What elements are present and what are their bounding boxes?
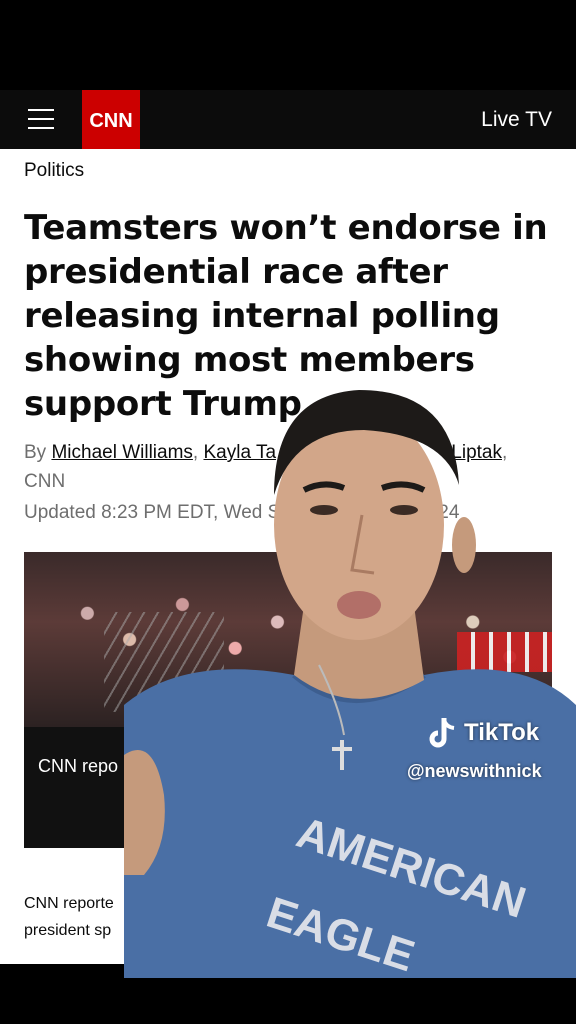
live-tv-link[interactable]: Live TV xyxy=(481,90,552,149)
cnn-logo-icon: CNN xyxy=(89,110,132,132)
video-label: CNN repo xyxy=(38,756,119,776)
tiktok-icon xyxy=(429,718,455,748)
byline-source: CNN xyxy=(24,471,66,492)
presenter-overlay: AMERICAN EAGLE xyxy=(124,375,576,978)
tiktok-watermark: TikTok xyxy=(426,716,539,750)
top-black-bar xyxy=(0,0,576,90)
svg-text:CNN: CNN xyxy=(89,110,132,132)
tiktok-handle: @newswithnick xyxy=(407,761,542,781)
menu-icon[interactable] xyxy=(28,109,54,131)
cnn-logo[interactable]: CNN xyxy=(82,90,140,149)
section-label[interactable]: Politics xyxy=(24,160,84,182)
presenter-figure: AMERICAN EAGLE xyxy=(124,390,576,978)
